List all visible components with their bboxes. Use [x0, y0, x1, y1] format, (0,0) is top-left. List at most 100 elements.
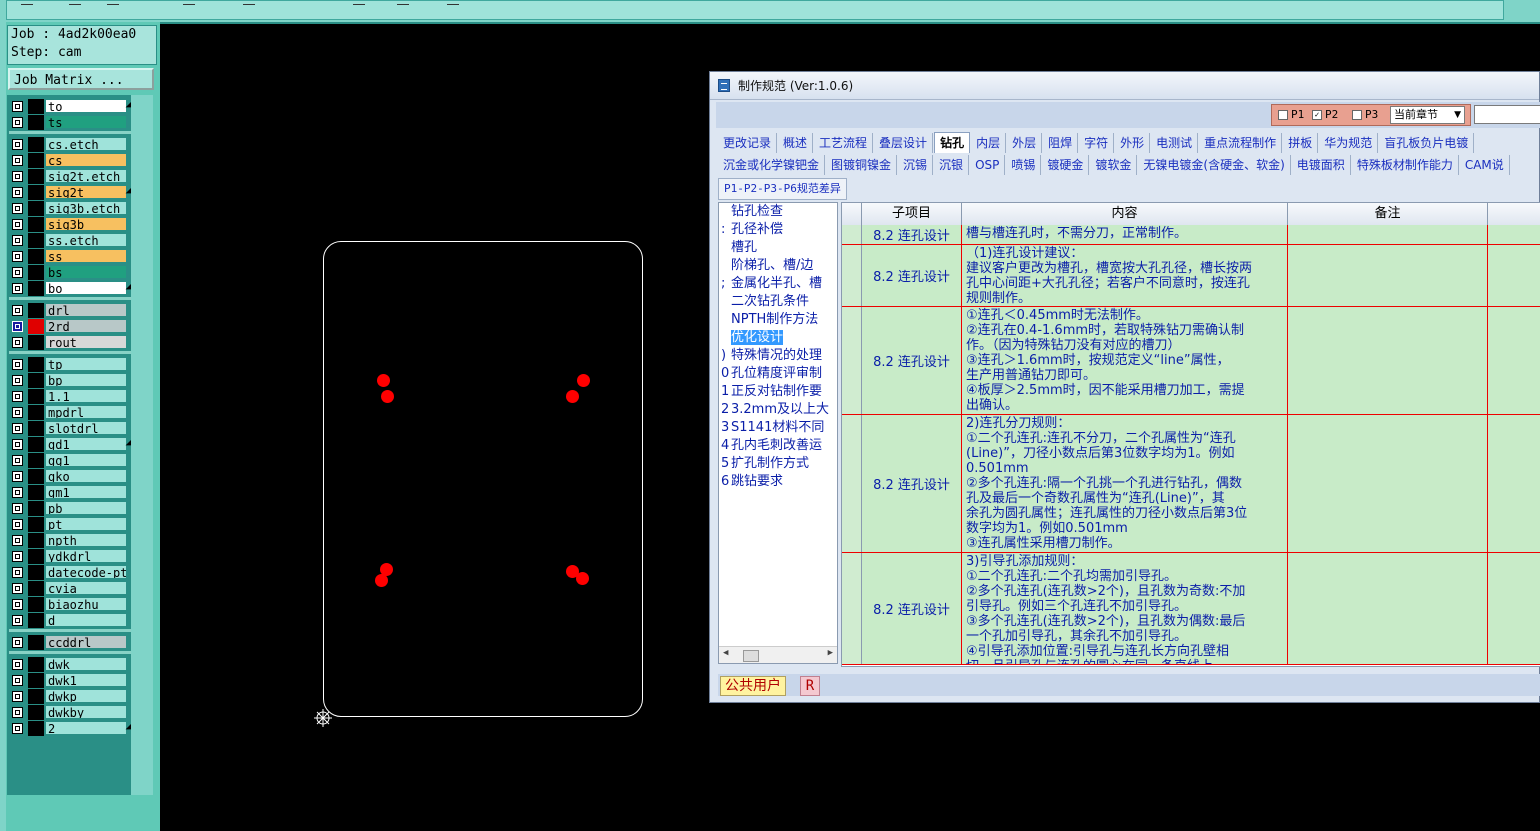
layer-row-drl[interactable]: drl — [9, 303, 133, 318]
cell-remark[interactable] — [1288, 553, 1488, 664]
layer-row-npth[interactable]: npth — [9, 533, 133, 548]
layer-color-swatch[interactable] — [28, 169, 44, 184]
row-indicator[interactable] — [842, 307, 862, 414]
tree-item[interactable]: 6 跳钻要求 — [719, 473, 837, 491]
layer-checkbox[interactable] — [12, 691, 23, 702]
layer-color-swatch[interactable] — [28, 115, 44, 130]
p3-checkbox[interactable] — [1352, 110, 1362, 120]
layer-row-ydkdrl[interactable]: ydkdrl — [9, 549, 133, 564]
layer-row-slotdrl[interactable]: slotdrl — [9, 421, 133, 436]
layer-row-ccddrl[interactable]: ccddrl — [9, 635, 133, 650]
layer-checkbox[interactable] — [12, 267, 23, 278]
layer-name[interactable]: ydkdrl — [45, 549, 127, 563]
layer-checkbox[interactable] — [12, 251, 23, 262]
cell-content[interactable]: 槽与槽连孔时，不需分刀，正常制作。 — [962, 225, 1288, 244]
layer-color-swatch[interactable] — [28, 405, 44, 420]
layer-name[interactable]: slotdrl — [45, 421, 127, 435]
tab-tabs_row1-3[interactable]: 叠层设计 — [874, 133, 934, 153]
table-row[interactable]: 8.2 连孔设计 2)连孔分刀规则： ①二个孔连孔:连孔不分刀，二个孔属性为“连孔(… — [842, 415, 1540, 553]
layer-name[interactable]: tp — [45, 357, 127, 371]
tab-tabs_row2-6[interactable]: 镀硬金 — [1042, 155, 1090, 175]
tab-tabs_row1-0[interactable]: 更改记录 — [718, 133, 778, 153]
layer-checkbox[interactable] — [12, 567, 23, 578]
layer-checkbox[interactable] — [12, 101, 23, 112]
layer-row-biaozhu[interactable]: biaozhu — [9, 597, 133, 612]
tab-tabs_row1-4[interactable]: 钻孔 — [934, 132, 971, 153]
tab-tabs_row1-14[interactable]: 盲孔板负片电镀 — [1379, 133, 1475, 153]
layer-name[interactable]: to — [45, 99, 127, 113]
layer-row-ss[interactable]: ss — [9, 249, 133, 264]
layer-color-swatch[interactable] — [28, 281, 44, 296]
tree-item[interactable]: 1 正反对钻制作要 — [719, 383, 837, 401]
tab-tabs_row1-2[interactable]: 工艺流程 — [814, 133, 874, 153]
layer-color-swatch[interactable] — [28, 673, 44, 688]
tab-tabs_row2-2[interactable]: 沉锡 — [898, 155, 934, 175]
layer-name[interactable]: gd1 — [45, 437, 127, 451]
layer-color-swatch[interactable] — [28, 421, 44, 436]
layer-color-swatch[interactable] — [28, 217, 44, 232]
tree-item[interactable]: 4 孔内毛刺改善运 — [719, 437, 837, 455]
layer-row-dwk1[interactable]: dwk1 — [9, 673, 133, 688]
p1-checkbox[interactable] — [1278, 110, 1288, 120]
layer-color-swatch[interactable] — [28, 705, 44, 720]
layer-name[interactable]: cs — [45, 153, 127, 167]
layer-checkbox[interactable] — [12, 675, 23, 686]
layer-name[interactable]: cvia — [45, 581, 127, 595]
layer-row-bp[interactable]: bp — [9, 373, 133, 388]
tab-tabs_row1-9[interactable]: 外形 — [1115, 133, 1151, 153]
layer-color-swatch[interactable] — [28, 233, 44, 248]
tab-tabs_row1-6[interactable]: 外层 — [1007, 133, 1043, 153]
layer-checkbox[interactable] — [12, 455, 23, 466]
layer-row-pb[interactable]: pb — [9, 501, 133, 516]
layer-color-swatch[interactable] — [28, 657, 44, 672]
tree-item[interactable]: 2 3.2mm及以上大 — [719, 401, 837, 419]
layer-row-gko[interactable]: gko — [9, 469, 133, 484]
row-indicator[interactable] — [842, 245, 862, 306]
table-row[interactable]: 8.2 连孔设计 ①连孔＜0.45mm时无法制作。 ②连孔在0.4-1.6mm时，若… — [842, 307, 1540, 415]
layer-checkbox[interactable] — [12, 359, 23, 370]
row-indicator[interactable] — [842, 225, 862, 244]
tab-tabs_row1-1[interactable]: 概述 — [778, 133, 814, 153]
layer-color-swatch[interactable] — [28, 437, 44, 452]
layer-color-swatch[interactable] — [28, 597, 44, 612]
layer-row-gd1[interactable]: gd1 ◢ — [9, 437, 133, 452]
layer-list-scrollbar[interactable] — [131, 95, 153, 795]
layer-name[interactable]: ccddrl — [45, 635, 127, 649]
tab-tabs_row2-10[interactable]: 特殊板材制作能力 — [1352, 155, 1459, 175]
layer-color-swatch[interactable] — [28, 635, 44, 650]
tab-tabs_row1-7[interactable]: 阻焊 — [1043, 133, 1079, 153]
row-indicator[interactable] — [842, 553, 862, 664]
layer-color-swatch[interactable] — [28, 501, 44, 516]
scroll-left-icon[interactable]: ◀ — [723, 648, 728, 658]
layer-checkbox[interactable] — [12, 305, 23, 316]
tab-tabs_row2-3[interactable]: 沉银 — [934, 155, 970, 175]
layer-row-dwkby[interactable]: dwkby — [9, 705, 133, 720]
layer-color-swatch[interactable] — [28, 549, 44, 564]
search-input[interactable] — [1474, 105, 1540, 124]
tree-item[interactable]: 5 扩孔制作方式 — [719, 455, 837, 473]
layer-row-mpdrl[interactable]: mpdrl — [9, 405, 133, 420]
layer-checkbox[interactable] — [12, 519, 23, 530]
cell-content[interactable]: 2)连孔分刀规则： ①二个孔连孔:连孔不分刀，二个孔属性为“连孔 (Line)”，刀… — [962, 415, 1288, 552]
dialog-titlebar[interactable]: 制作规范 (Ver:1.0.6) — [710, 72, 1539, 100]
layer-checkbox[interactable] — [12, 337, 23, 348]
layer-name[interactable]: datecode-pte — [45, 565, 127, 579]
layer-name[interactable]: ss — [45, 249, 127, 263]
tab-tabs_row1-12[interactable]: 拼板 — [1283, 133, 1319, 153]
layer-name[interactable]: bp — [45, 373, 127, 387]
p2-checkbox[interactable]: ✓ — [1312, 110, 1322, 120]
layer-row-cvia[interactable]: cvia — [9, 581, 133, 596]
layer-color-swatch[interactable] — [28, 99, 44, 114]
tab-tabs_row2-11[interactable]: CAM说 — [1460, 155, 1510, 175]
tab-p-diff[interactable]: P1-P2-P3-P6规范差异 — [718, 178, 847, 200]
layer-color-swatch[interactable] — [28, 319, 44, 334]
layer-row-sig2t.etch[interactable]: sig2t.etch — [9, 169, 133, 184]
table-row[interactable]: 8.2 连孔设计 （1)连孔设计建议： 建议客户更改为槽孔，槽宽按大孔孔径，槽长按两… — [842, 245, 1540, 307]
tab-tabs_row1-5[interactable]: 内层 — [971, 133, 1007, 153]
tab-tabs_row2-9[interactable]: 电镀面积 — [1292, 155, 1351, 175]
layer-row-sig3b[interactable]: sig3b — [9, 217, 133, 232]
tab-tabs_row1-11[interactable]: 重点流程制作 — [1199, 133, 1283, 153]
layer-name[interactable]: gko — [45, 469, 127, 483]
layer-color-swatch[interactable] — [28, 565, 44, 580]
tree-item[interactable]: 阶梯孔、槽/边 — [719, 257, 837, 275]
